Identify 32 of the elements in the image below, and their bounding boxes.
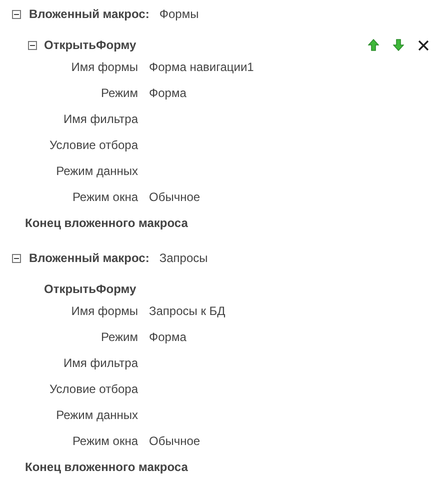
parameter-value[interactable]: Обычное [149, 188, 200, 206]
parameter-label: Режим данных [55, 407, 138, 424]
collapse-icon[interactable] [12, 254, 21, 262]
submacro-label: Вложенный макрос: [29, 250, 150, 267]
collapse-icon[interactable] [28, 40, 37, 50]
parameter-label: Имя фильтра [62, 355, 138, 372]
parameter-label: Условие отбора [48, 137, 138, 154]
parameter-label: Режим данных [55, 163, 138, 180]
move-up-icon[interactable] [368, 39, 379, 51]
parameter-value[interactable]: Запросы к БД [149, 302, 226, 320]
collapse-icon[interactable] [12, 10, 21, 18]
parameter-value[interactable]: Форма [149, 84, 186, 102]
parameter-label: Режим окна [71, 433, 138, 450]
parameter-label: Режим [100, 85, 138, 102]
parameter-label: Имя фильтра [62, 111, 138, 128]
parameter-label: Режим [100, 329, 138, 346]
submacro-name: Запросы [159, 250, 208, 267]
submacro-end-label: Конец вложенного макроса [25, 459, 188, 476]
move-down-icon[interactable] [393, 39, 404, 51]
parameter-label: Имя формы [70, 59, 138, 76]
parameter-value[interactable]: Обычное [149, 432, 200, 450]
parameter-value[interactable]: Форма навигации1 [149, 58, 254, 76]
parameter-label: Условие отбора [48, 381, 138, 398]
parameter-value[interactable]: Форма [149, 328, 186, 346]
submacro-end-label: Конец вложенного макроса [25, 215, 188, 232]
parameter-label: Режим окна [71, 189, 138, 206]
submacro-name: Формы [159, 6, 199, 23]
submacro-label: Вложенный макрос: [29, 6, 150, 23]
action-name[interactable]: ОткрытьФорму [44, 280, 136, 298]
close-icon[interactable] [418, 40, 429, 50]
action-name[interactable]: ОткрытьФорму [44, 36, 136, 54]
parameter-label: Имя формы [70, 303, 138, 320]
